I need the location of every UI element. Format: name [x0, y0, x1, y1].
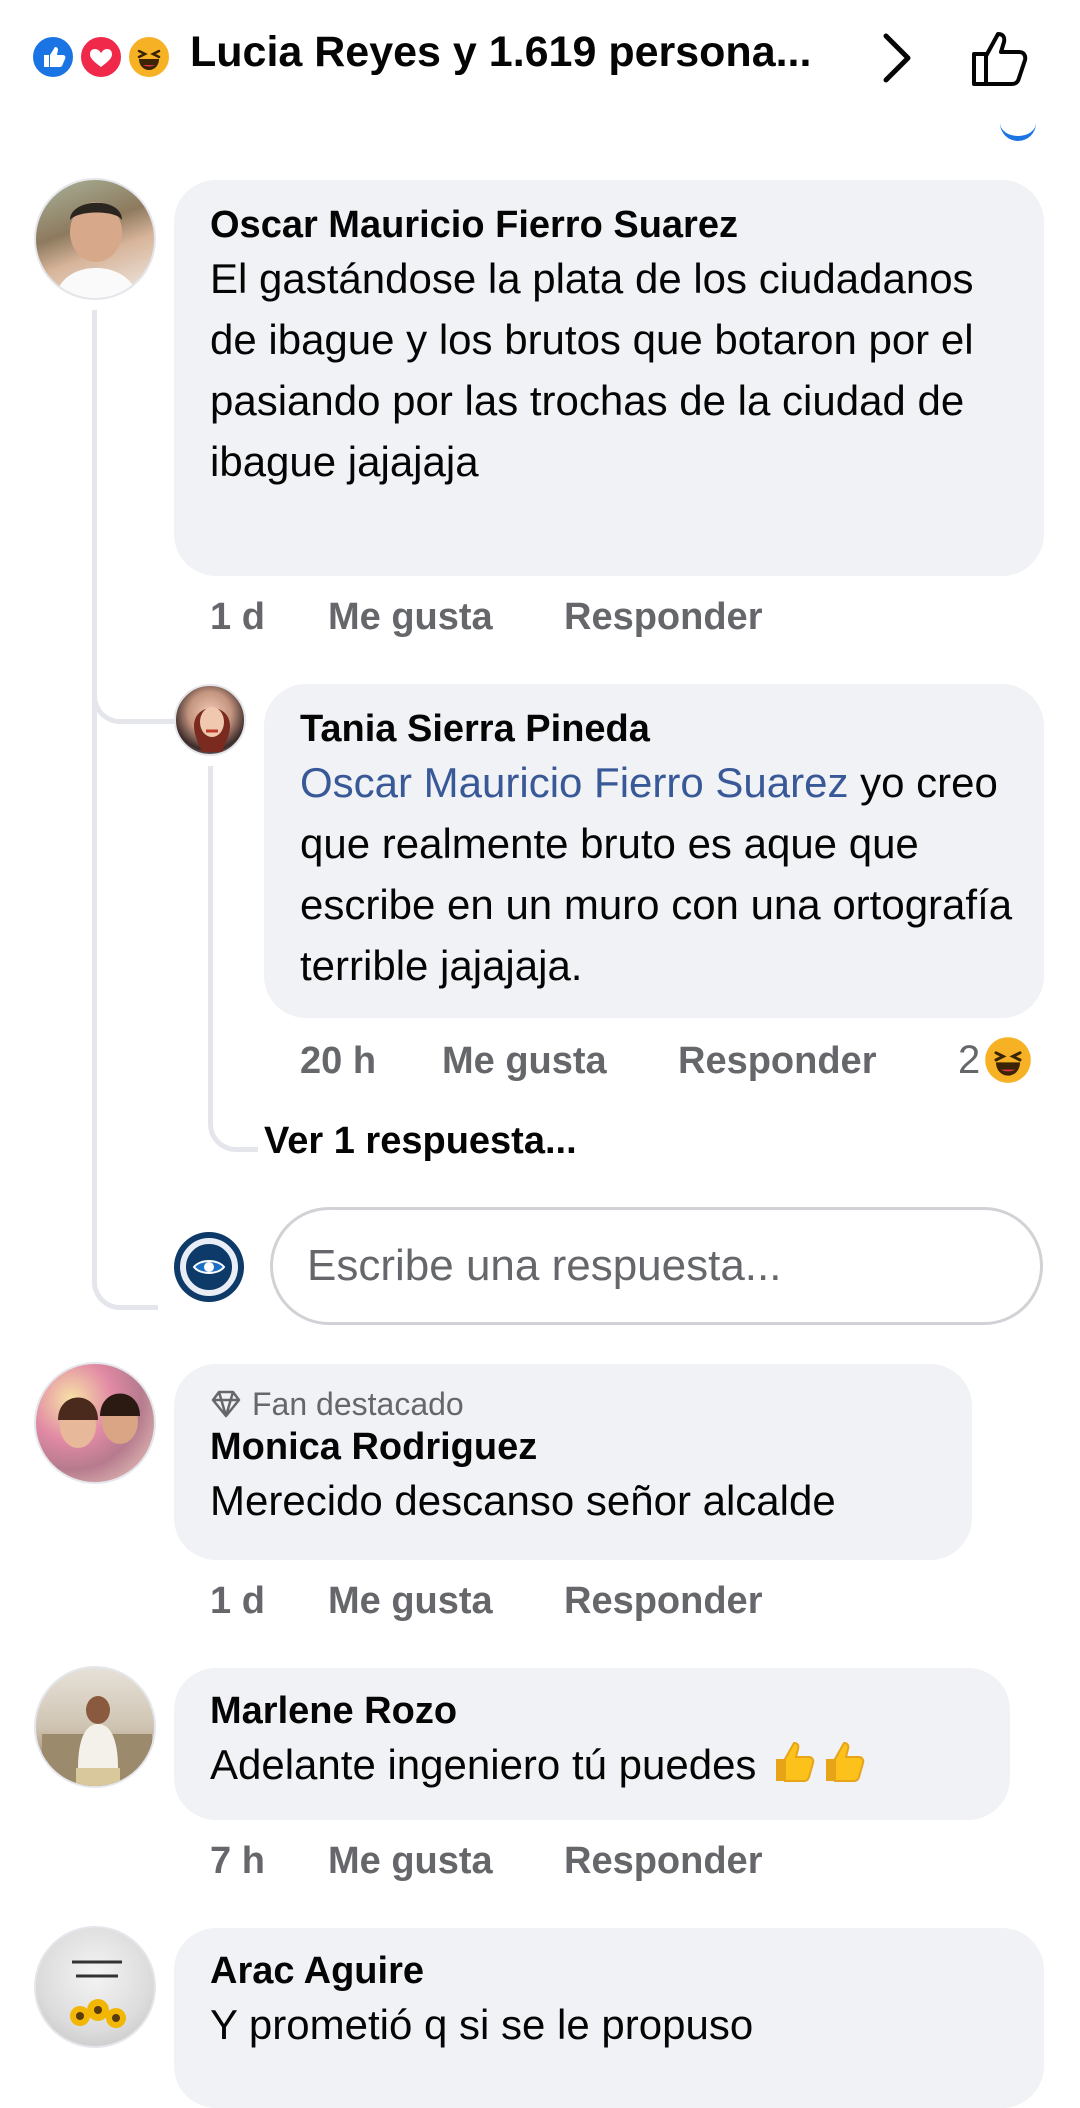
reply-time: 20 h	[300, 1040, 377, 1082]
like-post-button[interactable]	[968, 24, 1032, 90]
current-user-avatar	[174, 1232, 244, 1302]
avatar[interactable]	[174, 684, 246, 756]
like-reaction-icon	[30, 34, 76, 80]
view-more-replies-link[interactable]: Ver 1 respuesta...	[264, 1120, 577, 1163]
avatar[interactable]	[34, 1666, 156, 1788]
haha-icon	[985, 1037, 1032, 1083]
reply-comment-button[interactable]: Responder	[564, 1580, 762, 1623]
comment-author[interactable]: Monica Rodriguez	[210, 1424, 936, 1470]
comment-time: 1 d	[210, 1580, 265, 1622]
comment-time: 7 h	[210, 1840, 265, 1882]
comment-author[interactable]: Oscar Mauricio Fierro Suarez	[210, 202, 1008, 248]
reactions-title[interactable]: Lucia Reyes y 1.619 persona...	[190, 28, 811, 77]
thumbs-up-emoji-icon	[768, 1735, 818, 1801]
like-reply-button[interactable]: Me gusta	[442, 1040, 607, 1083]
comment-time: 1 d	[210, 596, 265, 638]
avatar[interactable]	[34, 178, 156, 300]
reply-text: Oscar Mauricio Fierro Suarez yo creo que…	[300, 752, 1020, 996]
reactions-header[interactable]: Lucia Reyes y 1.619 persona...	[0, 0, 1080, 118]
reaction-count-value: 2	[958, 1037, 981, 1082]
like-comment-button[interactable]: Me gusta	[328, 1580, 493, 1623]
comment-text: Adelante ingeniero tú puedes	[210, 1741, 757, 1788]
comment-author[interactable]: Arac Aguire	[210, 1948, 1008, 1994]
comment-text: El gastándose la plata de los ciudadanos…	[210, 255, 974, 485]
reply-author[interactable]: Tania Sierra Pineda	[300, 706, 1008, 752]
reply-input[interactable]: Escribe una respuesta...	[270, 1207, 1043, 1325]
like-comment-button[interactable]: Me gusta	[328, 596, 493, 639]
thumbs-up-emoji-icon	[818, 1735, 868, 1801]
mention-link[interactable]: Oscar Mauricio Fierro Suarez	[300, 759, 848, 806]
thread-line	[208, 766, 258, 1152]
reply-bubble[interactable]: Tania Sierra Pineda Oscar Mauricio Fierr…	[264, 684, 1044, 1018]
thumbs-up-icon	[972, 32, 1028, 86]
comment-bubble[interactable]: Marlene Rozo Adelante ingeniero tú puede…	[174, 1668, 1010, 1820]
fan-badge[interactable]: Fan destacado	[210, 1384, 936, 1424]
haha-reaction-icon	[126, 34, 172, 80]
reply-comment-button[interactable]: Responder	[564, 596, 762, 639]
comment-bubble[interactable]: Fan destacado Monica Rodriguez Merecido …	[174, 1364, 972, 1560]
comment-bubble[interactable]: Oscar Mauricio Fierro Suarez El gastándo…	[174, 180, 1044, 576]
comment-text: Merecido descanso señor alcalde	[210, 1477, 836, 1524]
thread-line	[92, 310, 180, 724]
comment-text: Y prometió q si se le propuso	[210, 2001, 754, 2048]
avatar[interactable]	[34, 1362, 156, 1484]
fan-badge-label: Fan destacado	[252, 1386, 464, 1422]
avatar[interactable]	[34, 1926, 156, 2048]
reaction-summary[interactable]	[30, 34, 180, 82]
reply-comment-button[interactable]: Responder	[564, 1840, 762, 1883]
comment-text-row: Adelante ingeniero tú puedes	[210, 1734, 974, 1801]
diamond-icon	[211, 1390, 241, 1418]
comment-author[interactable]: Marlene Rozo	[210, 1688, 974, 1734]
like-comment-button[interactable]: Me gusta	[328, 1840, 493, 1883]
chevron-right-icon[interactable]	[876, 28, 920, 88]
reaction-count[interactable]: 2	[958, 1034, 1032, 1086]
reply-reply-button[interactable]: Responder	[678, 1040, 876, 1083]
love-reaction-icon	[78, 34, 124, 80]
previous-comment-peek-icon	[1000, 120, 1036, 141]
comment-bubble[interactable]: Arac Aguire Y prometió q si se le propus…	[174, 1928, 1044, 2108]
